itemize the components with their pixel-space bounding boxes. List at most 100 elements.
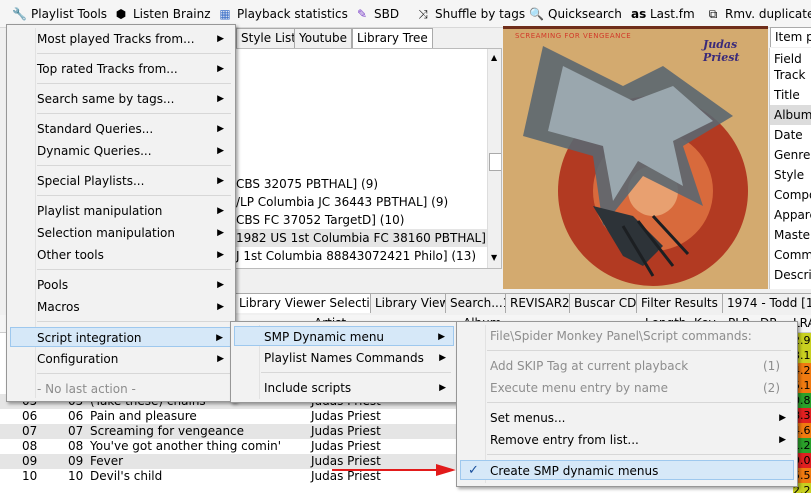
lastfm-button[interactable]: as Last.fm [631, 5, 695, 23]
library-tree-item-selected[interactable]: 1982 US 1st Columbia FC 38160 PBTHAL] (1 [231, 229, 501, 247]
menu-item-other-tools[interactable]: Other tools ▶ [10, 245, 232, 265]
album-art-title: SCREAMING FOR VENGEANCE [515, 32, 632, 40]
tab-library-viewer-selection[interactable]: Library Viewer Selection [234, 293, 390, 313]
library-tree-item[interactable]: CBS FC 37052 TargetD] (10) [236, 211, 404, 229]
property-row[interactable]: Genre [774, 145, 810, 165]
arrow-head [436, 464, 456, 476]
tab-youtube[interactable]: Youtube [294, 28, 352, 48]
menu-separator [487, 454, 791, 455]
tab-library-tree[interactable]: Library Tree [352, 28, 433, 48]
sbd-button[interactable]: ✎ SBD [355, 5, 399, 23]
quicksearch-button[interactable]: 🔍 Quicksearch [529, 5, 622, 23]
library-tree-item[interactable]: CBS 32075 PBTHAL] (9) [236, 175, 378, 193]
menu-item-top-rated[interactable]: Top rated Tracks from... ▶ [10, 59, 232, 79]
track-artist: Judas Priest [311, 409, 381, 423]
submenu-arrow-icon: ▶ [217, 302, 224, 312]
item-properties-panel: Field Track Title Album Date Genre Style… [769, 48, 811, 289]
menu-item-most-played[interactable]: Most played Tracks from... ▶ [10, 29, 232, 49]
menu-item-dynamic-queries[interactable]: Dynamic Queries... ▶ [10, 141, 232, 161]
menu-item-set-menus[interactable]: Set menus... ▶ [460, 408, 794, 428]
submenu-arrow-icon: ▶ [216, 333, 223, 343]
tab-library-view[interactable]: Library View [370, 293, 455, 313]
listen-brainz-button[interactable]: ⬢ Listen Brainz [114, 5, 211, 23]
submenu-arrow-icon: ▶ [779, 435, 786, 445]
submenu-arrow-icon: ▶ [217, 250, 224, 260]
track-artist: Judas Priest [311, 439, 381, 453]
tab-buscar-cd[interactable]: Buscar CD [569, 293, 642, 313]
property-row[interactable]: Track [774, 65, 805, 85]
property-row-selected[interactable]: Album [770, 105, 811, 125]
menu-item-playlist-manipulation[interactable]: Playlist manipulation ▶ [10, 201, 232, 221]
submenu-arrow-icon: ▶ [217, 176, 224, 186]
property-row[interactable]: Style [774, 165, 804, 185]
search-icon: 🔍 [529, 7, 544, 21]
property-row[interactable]: Title [774, 85, 800, 105]
menu-item-special-playlists[interactable]: Special Playlists... ▶ [10, 171, 232, 191]
copy-icon: ⧉ [708, 7, 718, 21]
track-number: 10 [68, 469, 84, 483]
submenu-arrow-icon: ▶ [217, 124, 224, 134]
red-arrow-annotation [332, 464, 456, 476]
brain-icon: ⬢ [115, 7, 127, 21]
row-index: 07 [22, 424, 38, 438]
library-tree-item[interactable]: /LP Columbia JC 36443 PBTHAL] (9) [236, 193, 448, 211]
menu-header-script-commands: File\Spider Monkey Panel\Script commands… [490, 329, 752, 343]
menu-item-configuration[interactable]: Configuration ▶ [10, 349, 232, 369]
menu-item-remove-entry[interactable]: Remove entry from list... ▶ [460, 430, 794, 450]
track-title: You've got another thing comin' [90, 439, 282, 453]
submenu-arrow-icon: ▶ [217, 206, 224, 216]
library-tabstrip: Style List Youtube Library Tree [236, 28, 504, 48]
menu-separator [487, 350, 791, 351]
property-row[interactable]: Comm [774, 245, 811, 265]
playlist-tabstrip: Library Viewer Selection Library View Se… [234, 293, 811, 313]
shuffle-by-tags-button[interactable]: ⤨ Shuffle by tags [416, 5, 525, 23]
playlist-tools-button[interactable]: 🔧 Playlist Tools [12, 5, 107, 23]
track-number: 07 [68, 424, 84, 438]
playlist-tools-menu: Most played Tracks from... ▶ Top rated Tr… [6, 24, 236, 402]
menu-item-selection-manipulation[interactable]: Selection manipulation ▶ [10, 223, 232, 243]
row-index: 06 [22, 409, 38, 423]
menu-item-standard-queries[interactable]: Standard Queries... ▶ [10, 119, 232, 139]
menu-item-create-smp-dynamic-menus[interactable]: ✓ Create SMP dynamic menus [460, 460, 794, 480]
tab-filter-results[interactable]: Filter Results [636, 293, 723, 313]
property-row[interactable]: Appare [774, 205, 811, 225]
submenu-arrow-icon: ▶ [217, 34, 224, 44]
submenu-arrow-icon: ▶ [217, 280, 224, 290]
scroll-thumb[interactable] [489, 153, 501, 171]
menu-item-smp-dynamic-menu[interactable]: SMP Dynamic menu ▶ [234, 326, 454, 346]
scroll-down-icon[interactable]: ▼ [491, 253, 497, 262]
menu-separator [37, 83, 231, 84]
menu-item-playlist-names-commands[interactable]: Playlist Names Commands ▶ [234, 348, 454, 368]
tab-item-properties[interactable]: Item p [770, 27, 811, 47]
property-row[interactable]: Descri [774, 265, 811, 285]
album-art: SCREAMING FOR VENGEANCE Judas Priest [503, 26, 768, 289]
track-artist: Judas Priest [311, 424, 381, 438]
submenu-arrow-icon: ▶ [217, 94, 224, 104]
lastfm-icon: as [631, 7, 647, 21]
remove-duplicates-button[interactable]: ⧉Rmv. duplicates [706, 5, 811, 23]
property-row[interactable]: Compo [774, 185, 811, 205]
library-tree-item[interactable]: J 1st Columbia 88843072421 Philo] (13) [236, 247, 476, 265]
menu-item-include-scripts[interactable]: Include scripts ▶ [234, 378, 454, 398]
menu-separator [37, 269, 231, 270]
tab-style-list[interactable]: Style List [236, 28, 301, 48]
band-logo: Judas Priest [703, 38, 740, 64]
menu-item-script-integration[interactable]: Script integration ▶ [10, 327, 232, 347]
track-title: Pain and pleasure [90, 409, 197, 423]
submenu-arrow-icon: ▶ [217, 354, 224, 364]
library-tree-panel[interactable]: CBS 32075 PBTHAL] (9) /LP Columbia JC 36… [230, 48, 502, 269]
script-integration-submenu: SMP Dynamic menu ▶ Playlist Names Command… [230, 321, 458, 403]
library-scrollbar[interactable]: ▲ ▼ [487, 49, 501, 268]
tab-1974-todd[interactable]: 1974 - Todd [1974 [722, 293, 811, 313]
tab-revisar2[interactable]: REVISAR2 [505, 293, 575, 313]
property-row[interactable]: Master [774, 225, 811, 245]
menu-item-search-same-tags[interactable]: Search same by tags... ▶ [10, 89, 232, 109]
playback-statistics-button[interactable]: ▦ Playback statistics [218, 5, 348, 23]
menu-separator [37, 113, 231, 114]
submenu-arrow-icon: ▶ [438, 332, 445, 342]
menu-item-macros[interactable]: Macros ▶ [10, 297, 232, 317]
menu-separator [37, 195, 231, 196]
scroll-up-icon[interactable]: ▲ [491, 53, 497, 62]
menu-item-pools[interactable]: Pools ▶ [10, 275, 232, 295]
property-row[interactable]: Date [774, 125, 803, 145]
